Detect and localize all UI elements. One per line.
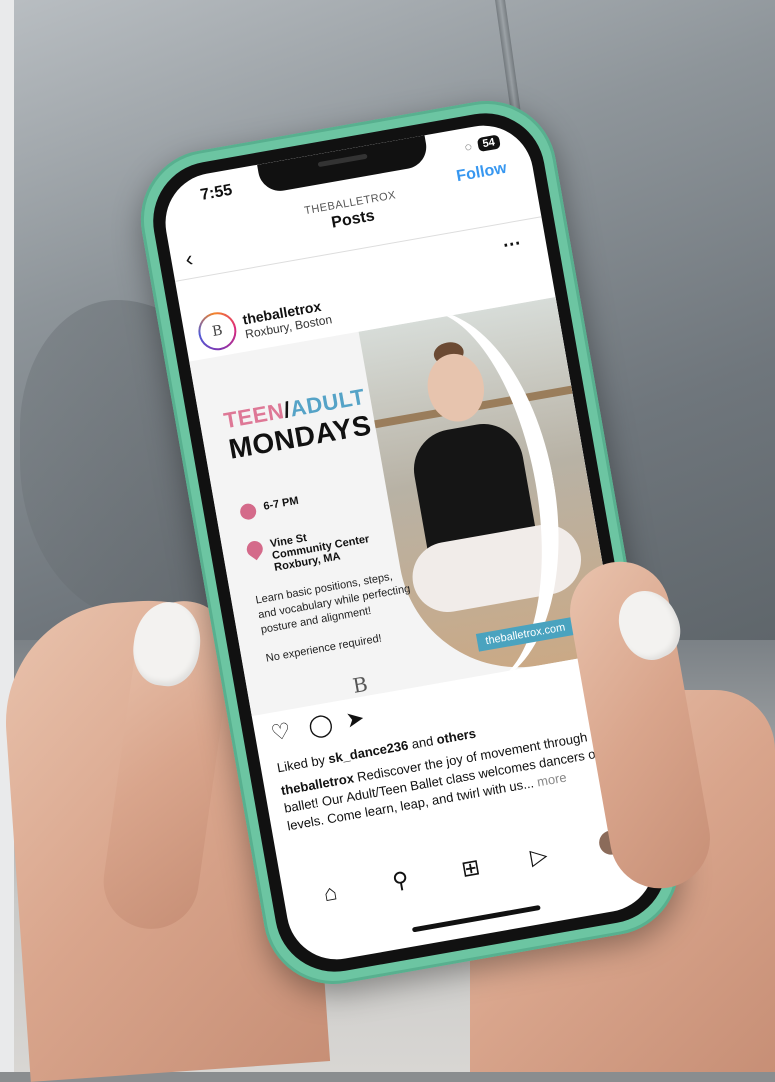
add-icon[interactable]: ⊞ [459,854,482,883]
search-icon[interactable]: ⚲ [390,867,410,895]
flyer-time-text: 6-7 PM [262,494,300,513]
speaker [317,153,368,168]
avatar[interactable]: B [195,309,240,354]
post-image[interactable]: TEEN/ADULT MONDAYS 6-7 PM Vine St Commun… [189,296,619,717]
likes-prefix: Liked by [275,752,327,776]
more-dots-icon[interactable]: ⋯ [501,232,523,256]
status-icons: ◌ 54 [464,134,501,154]
likes-joiner: and [410,733,435,752]
caption-more-link[interactable]: more [536,770,568,790]
flyer-venue-text: Vine St Community Center Roxbury, MA [269,521,372,574]
home-icon[interactable]: ⌂ [322,879,340,907]
flyer-venue: Vine St Community Center Roxbury, MA [243,521,373,578]
status-time: 7:55 [199,181,234,204]
comment-icon[interactable]: ◯ [306,710,335,740]
send-icon[interactable]: ➤ [344,705,367,734]
wifi-icon: ◌ [463,139,474,155]
heart-icon[interactable]: ♡ [269,718,293,747]
flyer-time: 6-7 PM [238,494,300,521]
bottom-nav: ⌂ ⚲ ⊞ ▷ [282,824,655,928]
location-pin-icon [243,537,266,561]
left-edge [0,0,14,1072]
battery-icon: 54 [476,134,501,153]
clock-icon [238,502,258,521]
reels-icon[interactable]: ▷ [528,842,549,871]
likes-others[interactable]: others [435,726,477,748]
balletrox-logo: B BALLETROX [340,671,386,707]
avatar-logo: B [197,311,238,351]
flyer-note: No experience required! [264,632,383,665]
